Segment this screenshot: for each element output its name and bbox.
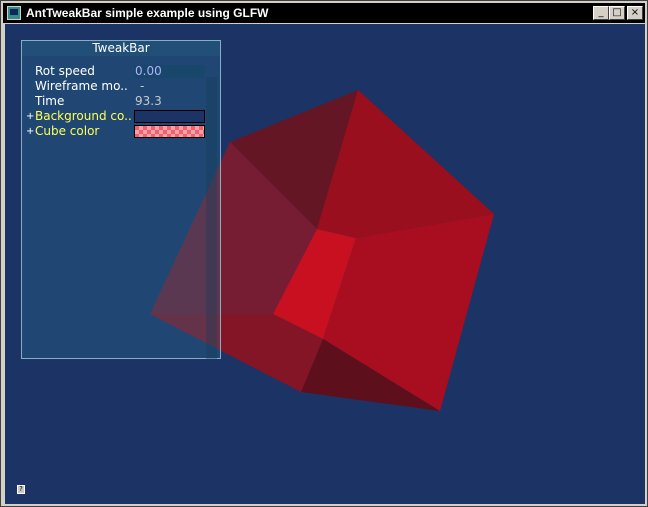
tweakbar-row-background-color[interactable]: + Background co.. [22,109,220,124]
gl-viewport[interactable]: TweakBar Rot speed 0.00 Wireframe mo.. -… [5,24,645,504]
rot-speed-label: Rot speed [35,64,95,78]
app-icon[interactable] [7,6,21,20]
rot-speed-value[interactable]: 0.00 [134,65,205,78]
wireframe-toggle[interactable]: - [134,80,205,93]
cube-color-swatch[interactable] [134,125,205,138]
tweakbar-panel[interactable]: TweakBar Rot speed 0.00 Wireframe mo.. -… [21,40,221,359]
help-icon[interactable]: ? [17,485,25,494]
tweakbar-scrollbar[interactable] [206,77,217,359]
title-bar[interactable]: AntTweakBar simple example using GLFW _ … [3,3,645,23]
app-window: AntTweakBar simple example using GLFW _ … [0,0,648,507]
minimize-button[interactable]: _ [593,6,609,20]
cube-color-label: Cube color [35,124,100,138]
time-label: Time [35,94,65,108]
tweakbar-row-rot-speed[interactable]: Rot speed 0.00 [22,64,220,79]
close-button[interactable]: × [627,6,643,20]
tweakbar-row-time: Time 93.3 [22,94,220,109]
time-value: 93.3 [135,94,162,108]
expand-icon[interactable]: + [26,109,34,124]
background-color-swatch[interactable] [134,110,205,123]
maximize-button[interactable]: □ [609,6,625,20]
tweakbar-row-cube-color[interactable]: + Cube color [22,124,220,139]
wireframe-label: Wireframe mo.. [35,79,128,93]
expand-icon[interactable]: + [26,124,34,139]
tweakbar-title[interactable]: TweakBar [22,41,220,56]
tweakbar-row-wireframe[interactable]: Wireframe mo.. - [22,79,220,94]
background-color-label: Background co.. [35,109,132,123]
window-title: AntTweakBar simple example using GLFW [26,6,269,20]
